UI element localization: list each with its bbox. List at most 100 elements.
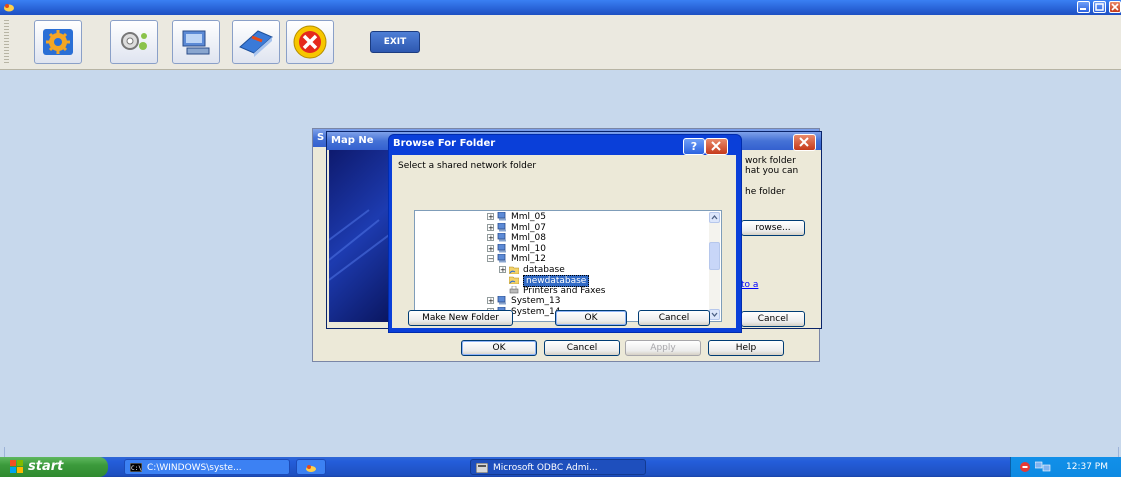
- tree-vertical-scrollbar[interactable]: [709, 212, 720, 320]
- description-line-3: he folder: [745, 187, 786, 197]
- exit-label: EXIT: [383, 37, 407, 47]
- settings-gear-icon: [43, 29, 73, 55]
- tree-item-label: Mml_07: [511, 222, 546, 233]
- app-icon: [4, 4, 14, 12]
- map-drive-title: Map Ne: [331, 135, 374, 146]
- tree-item-label: Printers and Faxes: [523, 285, 606, 296]
- cancel-label: Cancel: [757, 314, 789, 324]
- folder-tree[interactable]: + Mml_05 + Mml_07 + Mml_08 + Mml_10 − Mml_12 + data…: [414, 210, 722, 322]
- expand-icon[interactable]: +: [487, 234, 494, 242]
- book-icon: [239, 30, 273, 57]
- tree-item-label: Mml_10: [511, 243, 546, 254]
- app-taskbar-icon: [306, 465, 316, 472]
- help-question-icon: ?: [690, 140, 698, 153]
- apply-label: Apply: [650, 343, 676, 353]
- odbc-icon: [476, 463, 488, 473]
- clock[interactable]: 12:37 PM: [1066, 462, 1108, 472]
- wizard-banner-graphic: [328, 209, 390, 281]
- toolbar-grip[interactable]: [4, 20, 9, 64]
- connect-link[interactable]: to a: [741, 280, 758, 290]
- network-computer-icon: [497, 243, 506, 252]
- taskbar: start C:\ C:\WINDOWS\syste... Microsoft …: [0, 457, 1121, 477]
- exit-button[interactable]: EXIT: [370, 31, 420, 53]
- gears-icon: [121, 32, 147, 50]
- browse-for-folder-dialog: Browse For Folder ? Select a shared netw…: [388, 134, 742, 333]
- svg-text:C:\: C:\: [131, 465, 142, 472]
- properties-apply-button[interactable]: Apply: [625, 340, 701, 356]
- minimize-icon: [1080, 8, 1086, 10]
- scroll-up-button[interactable]: [709, 212, 720, 223]
- app-titlebar[interactable]: [0, 0, 1121, 15]
- expand-icon[interactable]: +: [487, 213, 494, 221]
- expand-icon[interactable]: +: [487, 244, 494, 252]
- expand-icon[interactable]: +: [499, 265, 506, 273]
- taskbar-item-app[interactable]: [296, 459, 326, 475]
- taskbar-item-cmd[interactable]: C:\ C:\WINDOWS\syste...: [124, 459, 290, 475]
- map-drive-cancel-button[interactable]: Cancel: [741, 311, 805, 327]
- browse-ok-button[interactable]: OK: [555, 310, 627, 326]
- make-new-folder-label: Make New Folder: [422, 313, 499, 323]
- browse-dialog-title: Browse For Folder: [393, 138, 496, 149]
- gears-button[interactable]: [110, 20, 158, 64]
- settings-button[interactable]: [34, 20, 82, 64]
- browse-close-button[interactable]: [705, 138, 728, 155]
- network-computer-icon: [497, 212, 506, 221]
- wizard-side-banner: [328, 150, 390, 322]
- ok-label: OK: [492, 343, 506, 353]
- minimize-button[interactable]: [1077, 1, 1090, 13]
- maximize-icon: [1095, 3, 1104, 11]
- cancel-label: Cancel: [566, 343, 598, 353]
- browse-cancel-button[interactable]: Cancel: [638, 310, 710, 326]
- help-label: Help: [735, 343, 757, 353]
- browse-label: rowse...: [755, 223, 791, 233]
- tree-item-label: Mml_12: [511, 254, 546, 264]
- close-icon: [1111, 3, 1119, 11]
- network-computer-icon: [497, 222, 506, 231]
- chevron-up-icon: [711, 214, 718, 220]
- browse-dialog-body: Select a shared network folder + Mml_05 + M…: [392, 155, 736, 328]
- properties-help-button[interactable]: Help: [708, 340, 784, 356]
- network-computer-icon: [497, 296, 506, 305]
- maximize-button[interactable]: [1093, 1, 1106, 13]
- browse-button[interactable]: rowse...: [741, 220, 805, 236]
- command-prompt-icon: C:\: [130, 463, 142, 472]
- cancel-button-toolbar[interactable]: [286, 20, 334, 64]
- collapse-icon[interactable]: −: [487, 255, 494, 263]
- properties-ok-button[interactable]: OK: [461, 340, 537, 356]
- close-button[interactable]: [1109, 1, 1121, 13]
- tree-item-label: System_13: [511, 296, 561, 306]
- cancel-label: Cancel: [658, 313, 690, 323]
- computer-button[interactable]: [172, 20, 220, 64]
- book-button[interactable]: [232, 20, 280, 64]
- start-button[interactable]: start: [0, 457, 108, 477]
- description-line-2: hat you can: [745, 166, 799, 176]
- shared-folder-icon: [509, 266, 519, 274]
- scroll-thumb[interactable]: [709, 242, 720, 270]
- ok-label: OK: [584, 313, 598, 323]
- network-computer-icon: [497, 233, 506, 242]
- make-new-folder-button[interactable]: Make New Folder: [408, 310, 513, 326]
- expand-icon[interactable]: +: [487, 297, 494, 305]
- cancel-x-icon: [293, 25, 327, 59]
- network-icon[interactable]: [1035, 461, 1051, 473]
- properties-cancel-button[interactable]: Cancel: [544, 340, 620, 356]
- shared-folder-icon: [509, 276, 519, 284]
- start-label: start: [28, 459, 64, 474]
- close-icon: [799, 137, 809, 147]
- printers-faxes-icon: [509, 285, 519, 293]
- map-drive-close-button[interactable]: [793, 134, 816, 151]
- system-tray: 12:37 PM: [1010, 457, 1121, 477]
- security-shield-icon[interactable]: [1019, 461, 1031, 473]
- taskbar-item-odbc[interactable]: Microsoft ODBC Admi...: [470, 459, 646, 475]
- tree-item-label: Mml_08: [511, 233, 546, 243]
- help-button[interactable]: ?: [683, 138, 705, 155]
- taskbar-item-cmd-label: C:\WINDOWS\syste...: [147, 463, 242, 473]
- description-line-1: work folder: [745, 156, 796, 166]
- scroll-down-button[interactable]: [709, 309, 720, 320]
- network-computer-icon: [497, 254, 506, 263]
- expand-icon[interactable]: +: [487, 223, 494, 231]
- map-drive-description: work folder hat you can: [745, 156, 798, 176]
- browse-instruction: Select a shared network folder: [398, 161, 537, 171]
- properties-dialog-title: S: [317, 132, 325, 143]
- computer-icon: [182, 30, 210, 55]
